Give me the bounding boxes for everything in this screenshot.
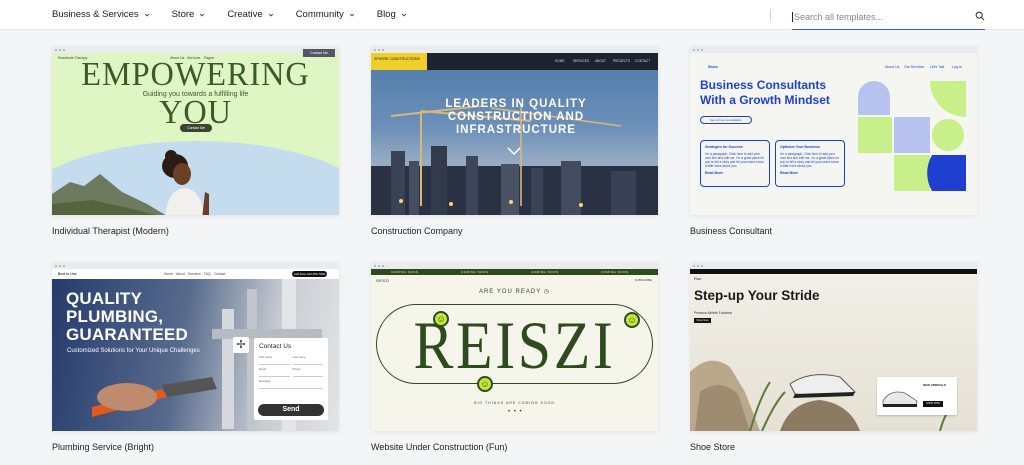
search-icon[interactable] [975, 11, 985, 21]
search-input[interactable] [792, 12, 962, 22]
category-nav: Business & Services Store Creative Commu… [52, 9, 429, 20]
template-search [792, 5, 985, 30]
shoe-image [882, 391, 918, 407]
template-title[interactable]: Business Consultant [690, 226, 772, 236]
preview-button: Shop Now [694, 318, 711, 323]
preview-brand: REISZI [376, 278, 389, 283]
nav-divider [770, 9, 771, 21]
wrench-hand-image [92, 377, 217, 417]
template-title[interactable]: Individual Therapist (Modern) [52, 226, 169, 236]
preview-headline: Step-up Your Stride [694, 288, 820, 303]
nav-community-label: Community [295, 9, 344, 20]
preview-button: Get a Free Consultation [700, 116, 752, 124]
template-title[interactable]: Construction Company [371, 226, 463, 236]
template-thumbnail[interactable]: SPHERE CONSTRUCTIONS HOME SERVICES ABOUT… [371, 46, 658, 215]
preview-contact-form: Contact Us First name Last name Email Ph… [254, 338, 328, 420]
nav-store-label: Store [171, 9, 195, 20]
nav-store[interactable]: Store [172, 9, 206, 20]
browser-chrome [52, 46, 339, 53]
browser-chrome [52, 262, 339, 269]
preview-headline: QUALITY PLUMBING, GUARANTEED [66, 289, 188, 344]
smiley-icon: ☺ [624, 312, 640, 328]
preview-banner: COMING SOON COMING SOON COMING SOON COMI… [371, 269, 658, 275]
preview-banner [690, 269, 977, 274]
preview-brand: SPHERE CONSTRUCTIONS [371, 53, 427, 70]
preview-box-strategies: Strategies for Success I'm a paragraph. … [700, 140, 770, 187]
nav-blog[interactable]: Blog [377, 9, 407, 20]
template-thumbnail[interactable]: Stuco About Us Our Services Let's Talk L… [690, 46, 977, 215]
template-thumbnail[interactable]: COMING SOON COMING SOON COMING SOON COMI… [371, 262, 658, 431]
pagination-dots: • • • [508, 409, 523, 415]
preview-headline: Business Consultants With a Growth Minds… [700, 78, 830, 107]
nav-community[interactable]: Community [296, 9, 355, 20]
preview-headline: REISZI [413, 307, 616, 383]
nav-business-services-label: Business & Services [52, 9, 139, 20]
preview-tagline: BIG THINGS ARE COMING SOON [474, 401, 555, 405]
preview-nav: Best in Line Home About Services FAQ Con… [52, 269, 339, 279]
preview-subheadline: Premium Athletic Footwear [694, 311, 733, 315]
chevron-down-icon [268, 13, 273, 17]
chevron-down-icon [507, 147, 521, 155]
clock-icon: ◷ [543, 289, 551, 295]
browser-chrome [371, 46, 658, 53]
chevron-down-icon [349, 13, 354, 17]
preview-product-card: NEW ARRIVALS SHOP NOW [877, 377, 957, 415]
nav-business-services[interactable]: Business & Services [52, 9, 150, 20]
template-title[interactable]: Plumbing Service (Bright) [52, 442, 154, 452]
fan-icon: ✢ [233, 337, 249, 353]
chevron-down-icon [401, 13, 406, 17]
preview-nav: HOME SERVICES ABOUT PROJECTS CONTACT [427, 53, 658, 70]
preview-box-optimize: Optimize Your Business I'm a paragraph. … [775, 140, 845, 187]
nav-blog-label: Blog [376, 9, 396, 20]
preview-subheadline: Guiding you towards a fulfilling life [142, 91, 249, 98]
preview-button: Contact Me [180, 124, 212, 132]
preview-headline: LEADERS IN QUALITY CONSTRUCTION AND INFR… [445, 98, 587, 136]
preview-brand: Stuco [708, 65, 718, 69]
template-thumbnail[interactable]: Best in Line Home About Services FAQ Con… [52, 262, 339, 431]
nav-creative[interactable]: Creative [227, 9, 273, 20]
geometric-shapes-graphic [858, 81, 966, 191]
preview-ready-text: ARE YOU READY ◷ [478, 289, 551, 295]
chevron-down-icon [200, 13, 205, 17]
person-image [162, 150, 209, 215]
top-navigation-bar: Business & Services Store Creative Commu… [0, 0, 1024, 30]
nav-creative-label: Creative [227, 9, 263, 20]
template-thumbnail[interactable]: Run Step-up Your Stride Premium Athletic… [690, 262, 977, 431]
chevron-down-icon [144, 13, 149, 17]
browser-chrome [371, 262, 658, 269]
smiley-icon: ☺ [477, 376, 493, 392]
smiley-icon: ☺ [433, 311, 449, 327]
browser-chrome [690, 262, 977, 269]
template-title[interactable]: Website Under Construction (Fun) [371, 442, 507, 452]
template-title[interactable]: Shoe Store [690, 442, 735, 452]
preview-brand: Run [694, 276, 702, 281]
preview-subheadline: Customized Solutions for Your Unique Cha… [67, 348, 200, 354]
browser-chrome [690, 46, 977, 53]
preview-send-button: Send [258, 404, 324, 416]
template-thumbnail[interactable]: Rosalinda Therapy About Us Services Page… [52, 46, 339, 215]
